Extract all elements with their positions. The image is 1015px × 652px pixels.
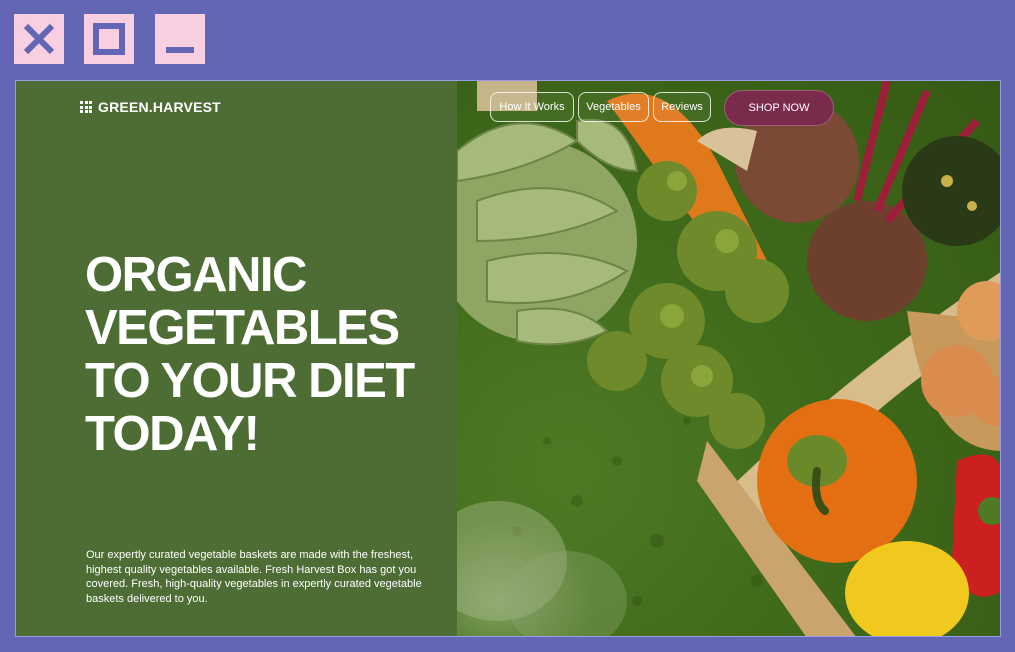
brand-logo[interactable]: GREEN.HARVEST bbox=[80, 99, 221, 115]
vegetable-basket-photo bbox=[457, 81, 1000, 636]
minimize-window-button[interactable] bbox=[155, 14, 205, 64]
close-icon bbox=[23, 23, 55, 55]
vegetables-illustration bbox=[457, 81, 1000, 636]
hero-text-panel: GREEN.HARVEST ORGANIC VEGETABLES TO YOUR… bbox=[16, 81, 457, 636]
brand-name: GREEN.HARVEST bbox=[98, 99, 221, 115]
headline-line-4: TODAY! bbox=[85, 407, 260, 461]
minimize-icon bbox=[166, 47, 194, 53]
headline-line-2: VEGETABLES bbox=[85, 301, 400, 355]
shop-now-button[interactable]: SHOP NOW bbox=[724, 90, 834, 126]
maximize-icon bbox=[93, 23, 125, 55]
grid-icon bbox=[80, 101, 92, 113]
headline-line-3: TO YOUR DIET bbox=[85, 354, 415, 408]
close-window-button[interactable] bbox=[14, 14, 64, 64]
hero-description: Our expertly curated vegetable baskets a… bbox=[86, 549, 422, 605]
maximize-window-button[interactable] bbox=[84, 14, 134, 64]
browser-viewport: GREEN.HARVEST ORGANIC VEGETABLES TO YOUR… bbox=[15, 80, 1001, 637]
headline-line-1: ORGANIC bbox=[85, 248, 307, 302]
nav-how-it-works[interactable]: How It Works bbox=[490, 92, 574, 122]
nav-reviews[interactable]: Reviews bbox=[653, 92, 711, 122]
main-nav: How It Works Vegetables Reviews bbox=[490, 92, 711, 122]
hero-headline: ORGANIC VEGETABLES TO YOUR DIET TODAY! bbox=[85, 249, 445, 461]
nav-vegetables[interactable]: Vegetables bbox=[578, 92, 649, 122]
